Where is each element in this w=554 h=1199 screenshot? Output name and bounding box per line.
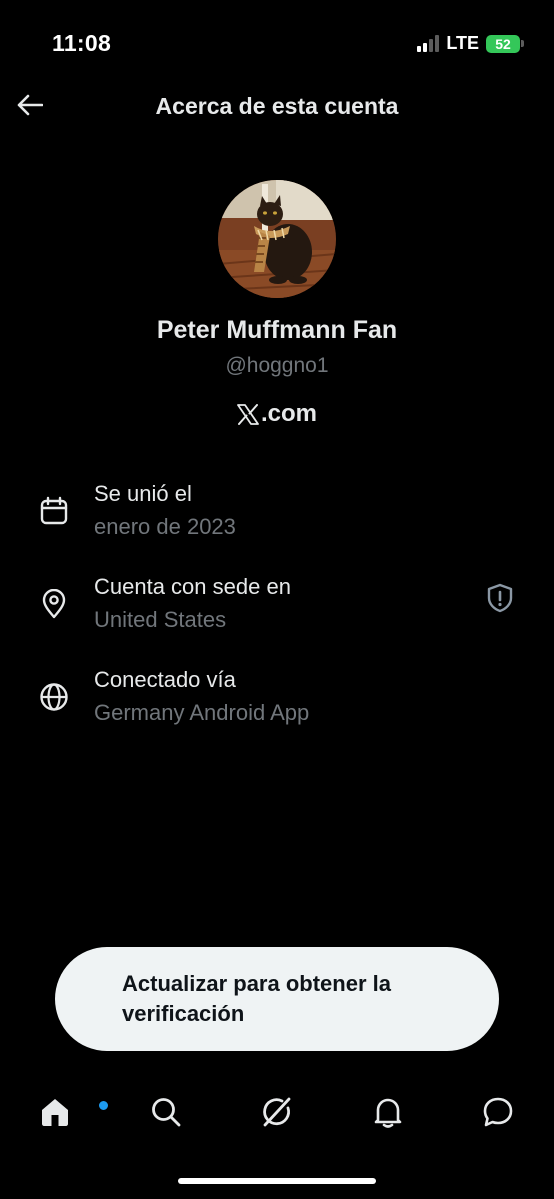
messages-icon xyxy=(483,1097,513,1127)
status-time: 11:08 xyxy=(52,30,112,56)
info-row-location[interactable]: Cuenta con sede en United States xyxy=(0,574,554,654)
calendar-icon xyxy=(38,495,70,527)
platform-domain: .com xyxy=(260,400,317,427)
page-title: Acerca de esta cuenta xyxy=(155,93,399,119)
status-indicators: LTE 52 xyxy=(417,33,524,54)
avatar[interactable] xyxy=(218,180,336,298)
nav-notifications[interactable] xyxy=(368,1090,408,1134)
upgrade-verification-text: Actualizar para obtener la verificación xyxy=(122,971,391,1026)
upgrade-verification-button[interactable]: Actualizar para obtener la verificación xyxy=(55,947,499,1051)
platform-label: .com xyxy=(0,400,554,428)
shield-icon[interactable] xyxy=(484,582,516,614)
info-value: enero de 2023 xyxy=(94,514,236,539)
info-value: United States xyxy=(94,607,227,632)
info-label: Cuenta con sede en xyxy=(94,574,291,599)
info-value: Germany Android App xyxy=(94,700,310,725)
cellular-signal-icon xyxy=(417,35,440,52)
nav-messages[interactable] xyxy=(478,1090,518,1134)
profile-handle: @hoggno1 xyxy=(225,354,329,377)
avatar-image xyxy=(218,180,336,298)
home-icon xyxy=(42,1099,68,1126)
info-row-connected-via: Conectado vía Germany Android App xyxy=(0,667,554,747)
status-bar: 11:08 LTE 52 xyxy=(0,0,554,88)
x-logo-icon xyxy=(237,403,259,425)
info-label: Se unió el xyxy=(94,481,192,506)
nav-search[interactable] xyxy=(146,1090,186,1134)
globe-icon xyxy=(38,681,70,713)
notifications-bell-icon xyxy=(374,1098,402,1128)
location-pin-icon xyxy=(38,588,70,620)
bottom-nav xyxy=(0,1080,554,1146)
home-indicator[interactable] xyxy=(178,1178,376,1184)
info-label: Conectado vía xyxy=(94,667,236,692)
nav-home[interactable] xyxy=(35,1090,110,1134)
nav-grok[interactable] xyxy=(257,1090,297,1134)
search-icon xyxy=(152,1098,181,1127)
profile-name: Peter Muffmann Fan xyxy=(156,316,398,344)
grok-icon xyxy=(263,1097,291,1127)
battery-icon: 52 xyxy=(486,34,524,53)
new-content-dot xyxy=(97,1099,110,1112)
network-type: LTE xyxy=(446,33,479,53)
battery-level: 52 xyxy=(486,34,520,53)
info-row-joined: Se unió el enero de 2023 xyxy=(0,481,554,561)
page-header: Acerca de esta cuenta xyxy=(0,80,554,134)
